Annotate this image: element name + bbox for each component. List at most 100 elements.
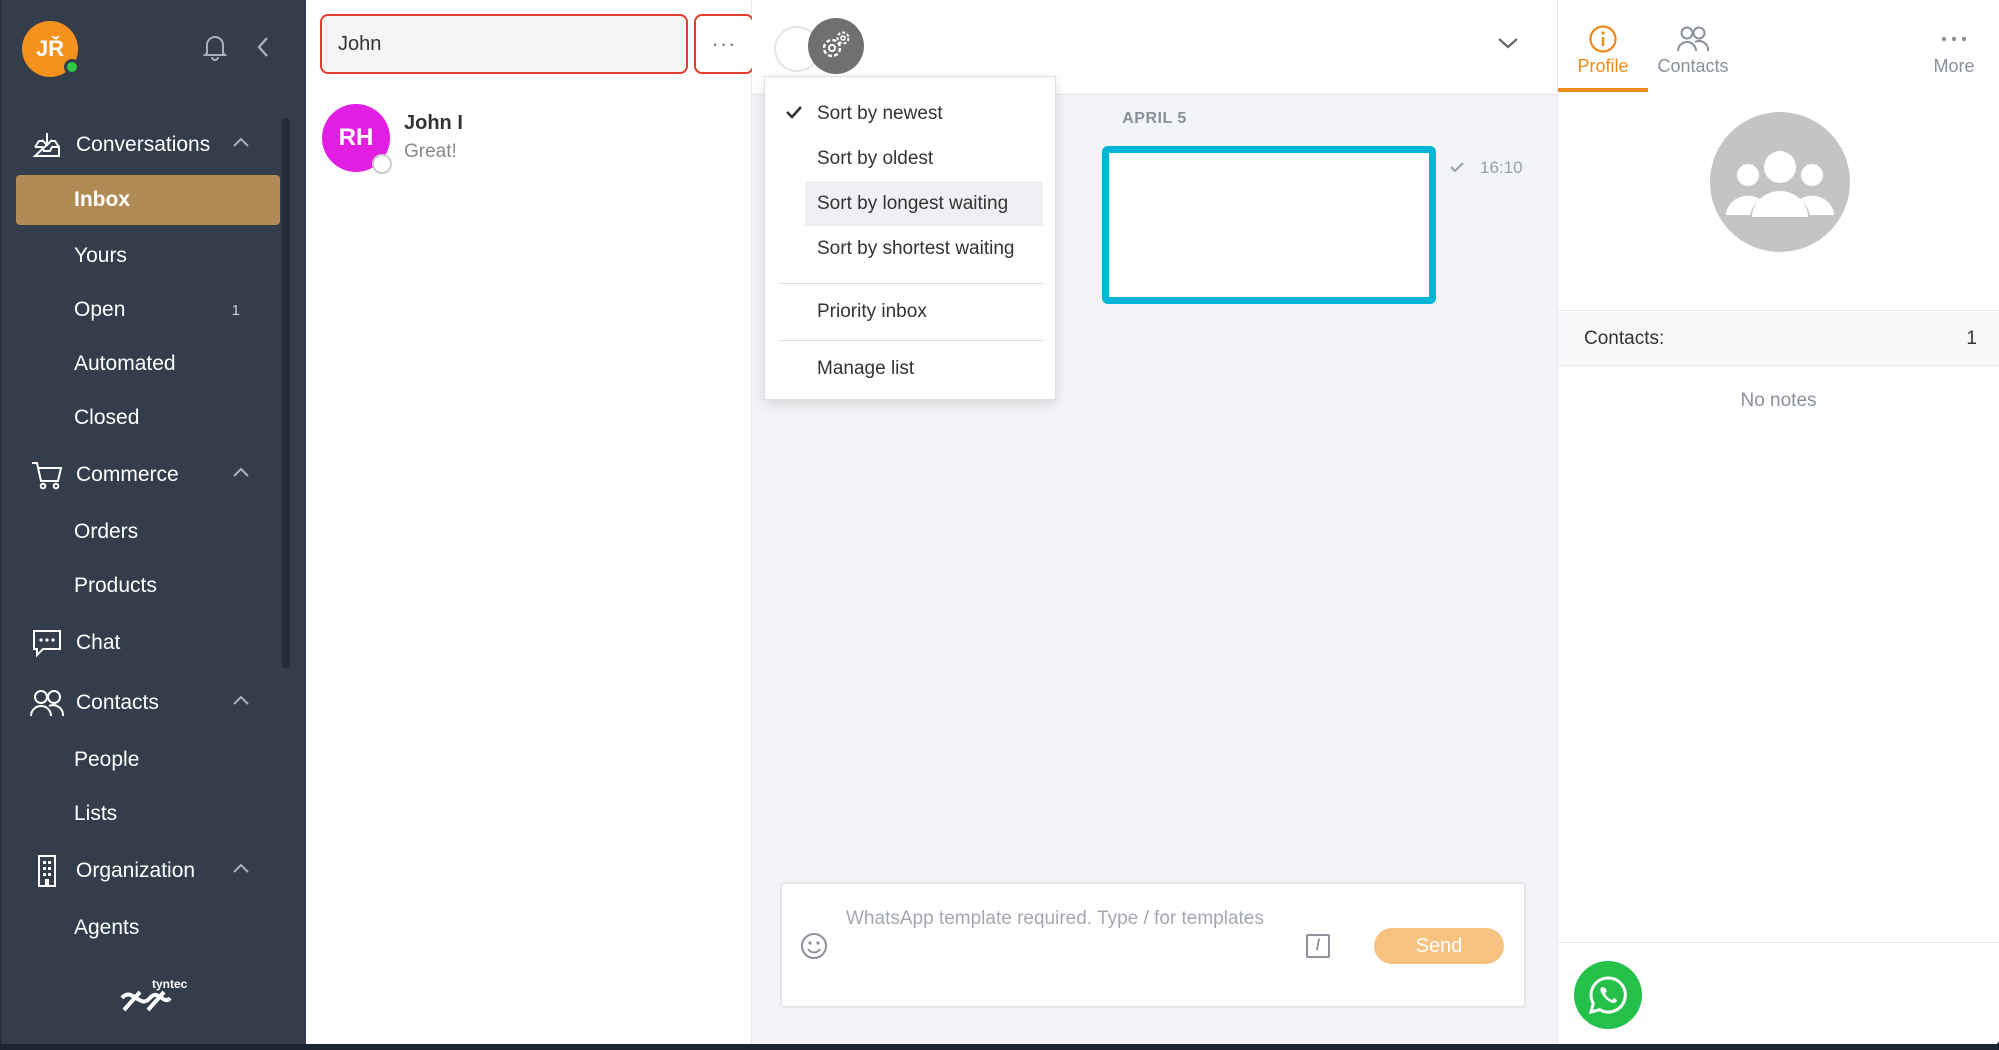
ellipsis-icon: [1940, 22, 1968, 56]
sidebar-item-lists[interactable]: Lists: [2, 787, 292, 841]
people-icon: [28, 684, 66, 722]
bell-icon[interactable]: [200, 32, 230, 62]
chevron-up-icon[interactable]: [232, 861, 250, 879]
contacts-count: 1: [1966, 327, 1977, 349]
more-options-button[interactable]: ···: [694, 14, 754, 74]
conversation-preview: Great!: [404, 141, 457, 162]
nav-group-organization[interactable]: Organization: [2, 841, 292, 901]
tab-profile[interactable]: Profile: [1558, 0, 1648, 92]
sidebar-item-orders[interactable]: Orders: [2, 505, 292, 559]
menu-divider: [779, 340, 1043, 341]
sidebar-item-label: People: [74, 748, 140, 771]
sidebar-item-label: Automated: [74, 352, 176, 375]
menu-item-label: Sort by longest waiting: [817, 192, 1009, 214]
sidebar-item-people[interactable]: People: [2, 733, 292, 787]
delivered-check-icon: [1450, 158, 1464, 178]
notes-empty-state: No notes: [1740, 390, 1817, 411]
sidebar-item-open[interactable]: Open 1: [2, 283, 292, 337]
chevron-up-icon[interactable]: [232, 135, 250, 153]
emoji-icon[interactable]: [800, 932, 828, 965]
online-status-dot: [64, 59, 80, 75]
sidebar-item-label: Closed: [74, 406, 140, 429]
sidebar-item-label: Inbox: [74, 188, 130, 211]
menu-item-sort-newest[interactable]: Sort by newest: [765, 91, 1055, 136]
send-button[interactable]: Send: [1374, 928, 1504, 964]
status-dot: [372, 154, 392, 174]
sidebar: JŘ Conversations Inbox Yours Open 1 Auto…: [0, 0, 306, 1044]
chevron-up-icon[interactable]: [232, 465, 250, 483]
tab-contacts[interactable]: Contacts: [1648, 0, 1738, 92]
sort-dropdown-menu: Sort by newest Sort by oldest Sort by lo…: [764, 76, 1056, 400]
collapse-chevron-icon[interactable]: [248, 32, 278, 62]
inbox-tray-icon: [28, 126, 66, 164]
sidebar-item-label: Products: [74, 574, 157, 597]
avatar-initials: RH: [338, 124, 374, 151]
whatsapp-icon[interactable]: [1574, 961, 1642, 1029]
tab-more[interactable]: More: [1909, 0, 1999, 77]
sidebar-item-inbox[interactable]: Inbox: [16, 175, 280, 225]
menu-item-label: Manage list: [817, 358, 915, 379]
nav-group-commerce[interactable]: Commerce: [2, 445, 292, 505]
chevron-up-icon[interactable]: [232, 693, 250, 711]
message-bubble[interactable]: [1102, 146, 1436, 304]
brand-name: tyntec: [152, 977, 188, 991]
menu-item-label: Priority inbox: [817, 301, 927, 322]
app-window: JŘ Conversations Inbox Yours Open 1 Auto…: [0, 0, 1999, 1044]
menu-item-sort-longest-waiting[interactable]: Sort by longest waiting: [805, 181, 1043, 226]
template-slash-button[interactable]: /: [1306, 934, 1330, 958]
list-item[interactable]: RH John I Great!: [322, 104, 752, 174]
nav-group-contacts[interactable]: Contacts: [2, 673, 292, 733]
sidebar-item-label: Open: [74, 298, 126, 321]
sidebar-item-label: Orders: [74, 520, 139, 543]
nav-group-conversations[interactable]: Conversations: [2, 115, 292, 175]
chevron-down-icon[interactable]: [1497, 36, 1519, 55]
nav-group-chat[interactable]: Chat: [2, 613, 292, 673]
people-icon: [1677, 22, 1709, 56]
contacts-count-row[interactable]: Contacts: 1: [1558, 312, 1999, 366]
search-input[interactable]: [320, 14, 688, 74]
screen-bottom-edge: [0, 1044, 1999, 1050]
sidebar-item-closed[interactable]: Closed: [2, 391, 292, 445]
tab-label: Profile: [1577, 56, 1629, 76]
details-tabs: Profile Contacts More: [1558, 0, 1999, 92]
menu-item-label: Sort by shortest waiting: [817, 237, 1015, 259]
chat-bubble-icon: [28, 624, 66, 662]
cart-icon: [28, 456, 66, 494]
ellipsis-icon: ···: [711, 31, 737, 56]
sidebar-header: JŘ: [2, 0, 306, 98]
sidebar-item-agents[interactable]: Agents: [2, 901, 292, 955]
divider: [1558, 310, 1999, 311]
sidebar-item-automated[interactable]: Automated: [2, 337, 292, 391]
building-icon: [28, 852, 66, 890]
menu-divider: [779, 283, 1043, 284]
message-composer[interactable]: WhatsApp template required. Type / for t…: [780, 882, 1526, 1008]
channel-footer: [1558, 942, 1999, 1044]
menu-item-label: Sort by oldest: [817, 147, 934, 169]
message-time: 16:10: [1480, 158, 1523, 177]
menu-item-manage-list[interactable]: Manage list: [765, 353, 1055, 385]
menu-item-sort-oldest[interactable]: Sort by oldest: [765, 136, 1055, 181]
info-icon: [1588, 22, 1618, 56]
nav-group-label: Commerce: [76, 463, 179, 486]
menu-item-sort-shortest-waiting[interactable]: Sort by shortest waiting: [765, 226, 1055, 271]
menu-item-label: Sort by newest: [817, 102, 943, 124]
sidebar-item-yours[interactable]: Yours: [2, 229, 292, 283]
sidebar-item-label: Lists: [74, 802, 118, 825]
contacts-label: Contacts:: [1584, 327, 1665, 349]
sidebar-item-products[interactable]: Products: [2, 559, 292, 613]
nav-group-label: Chat: [76, 631, 121, 654]
conversation-text: John I Great!: [404, 112, 463, 174]
user-initials: JŘ: [35, 36, 65, 61]
user-avatar[interactable]: JŘ: [22, 21, 80, 77]
composer-placeholder[interactable]: WhatsApp template required. Type / for t…: [846, 908, 1264, 930]
sidebar-nav: Conversations Inbox Yours Open 1 Automate…: [2, 115, 292, 955]
gear-icon[interactable]: [808, 18, 864, 74]
sidebar-item-label: Agents: [74, 916, 140, 939]
details-panel: Profile Contacts More Contacts: 1 No not…: [1558, 0, 1999, 1044]
open-count-badge: 1: [231, 301, 240, 319]
menu-item-priority-inbox[interactable]: Priority inbox: [765, 296, 1055, 328]
nav-group-label: Contacts: [76, 691, 159, 714]
tab-label: More: [1933, 56, 1975, 76]
conversation-list-pane: ··· RH John I Great! Sort by newest Sort…: [306, 0, 1056, 1044]
nav-group-label: Organization: [76, 859, 196, 882]
